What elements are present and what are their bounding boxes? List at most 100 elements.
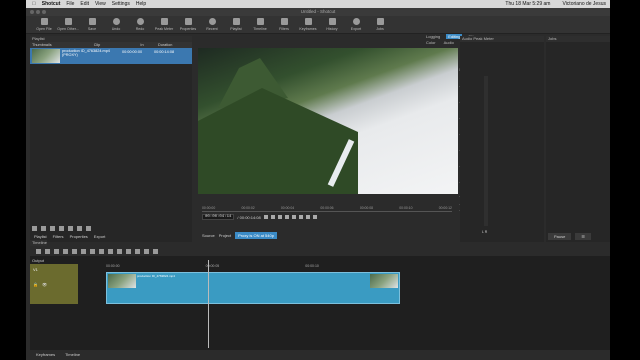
clip-end-thumbnail: [370, 274, 398, 288]
timeline-clip[interactable]: production ID_4763824.mp4: [106, 272, 400, 304]
menu-icon[interactable]: [36, 248, 41, 254]
open-file-button[interactable]: Open File: [32, 16, 56, 34]
scrub-icon[interactable]: [126, 248, 131, 254]
clip-start-thumbnail: [108, 274, 136, 288]
export-icon: [352, 18, 360, 25]
save-button[interactable]: Save: [80, 16, 104, 34]
zoom-window-button[interactable]: [42, 10, 46, 14]
video-viewer[interactable]: [198, 48, 458, 194]
layout-logging[interactable]: Logging: [424, 34, 442, 39]
undo-button[interactable]: Undo: [104, 16, 128, 34]
play-icon[interactable]: [277, 215, 282, 219]
jobs-button[interactable]: Jobs: [368, 16, 392, 34]
audio-channel-labels: L R: [482, 230, 488, 234]
add-icon[interactable]: [32, 226, 37, 231]
timeline-toolbar: [30, 246, 610, 256]
menu-icon[interactable]: [59, 226, 64, 231]
skip-forward-icon[interactable]: [291, 215, 296, 219]
layout-audio[interactable]: Audio: [442, 40, 456, 45]
properties-button[interactable]: Properties: [176, 16, 200, 34]
col-thumbnails[interactable]: Thumbnails: [30, 42, 66, 48]
clock: Thu 18 Mar 5:29 am: [505, 1, 551, 7]
jobs-title: Jobs: [546, 36, 610, 42]
grid-icon[interactable]: [312, 215, 317, 219]
close-window-button[interactable]: [30, 10, 34, 14]
timecode-field[interactable]: 00:00:04:14: [202, 214, 235, 220]
append-icon[interactable]: [72, 248, 77, 254]
audio-peak-meter-panel: Audio Peak Meter L R: [460, 36, 544, 242]
tab-filters[interactable]: Filters: [53, 234, 64, 239]
track-header-v1[interactable]: V1 🔒 👁: [30, 264, 78, 304]
tab-timeline[interactable]: Timeline: [65, 352, 80, 357]
rewind-icon[interactable]: [270, 215, 275, 219]
tab-playlist[interactable]: Playlist: [34, 234, 47, 239]
copy-icon[interactable]: [54, 248, 59, 254]
overwrite-icon[interactable]: [99, 248, 104, 254]
minimize-window-button[interactable]: [36, 10, 40, 14]
timeline-panel: Timeline Output 00:00:00 00:00:05 00:00:…: [30, 240, 610, 350]
layout-color[interactable]: Color: [424, 40, 438, 45]
playlist-tabs: Playlist Filters Properties Export: [30, 234, 105, 239]
playlist-button[interactable]: Playlist: [224, 16, 248, 34]
jobs-panel: Jobs Pause ☰: [546, 36, 610, 242]
open-other-button[interactable]: Open Other...: [56, 16, 80, 34]
skip-back-icon[interactable]: [263, 215, 268, 219]
cut-icon[interactable]: [45, 248, 50, 254]
eye-icon[interactable]: 👁: [42, 282, 47, 287]
ripple-icon[interactable]: [135, 248, 140, 254]
filters-button[interactable]: Filters: [272, 16, 296, 34]
tiles-view-icon[interactable]: [77, 226, 82, 231]
jobs-menu-button[interactable]: ☰: [575, 233, 591, 240]
tab-source[interactable]: Source: [202, 233, 215, 238]
proxy-status-badge[interactable]: Proxy is ON at 540p: [235, 232, 277, 239]
volume-icon[interactable]: [298, 215, 303, 219]
menu-settings[interactable]: Settings: [112, 0, 130, 8]
icon-view-icon[interactable]: [86, 226, 91, 231]
menu-edit[interactable]: Edit: [80, 0, 89, 8]
snap-icon[interactable]: [117, 248, 122, 254]
user-name[interactable]: Victoriano de Jesus: [562, 0, 606, 8]
grid-view-icon[interactable]: [68, 226, 73, 231]
history-button[interactable]: History: [320, 16, 344, 34]
tab-keyframes[interactable]: Keyframes: [36, 352, 55, 357]
recent-button[interactable]: Recent: [200, 16, 224, 34]
lock-icon[interactable]: 🔒: [33, 282, 38, 287]
timeline-title: Timeline: [30, 240, 47, 246]
export-button[interactable]: Export: [344, 16, 368, 34]
menu-help[interactable]: Help: [136, 0, 146, 8]
tab-properties[interactable]: Properties: [70, 234, 88, 239]
player-scrubber[interactable]: 00:00:00 00:00:02 00:00:04 00:00:06 00:0…: [202, 206, 452, 222]
split-icon[interactable]: [108, 248, 113, 254]
keyframes-button[interactable]: Keyframes: [296, 16, 320, 34]
playlist-row[interactable]: production ID_4763824.mp4 (PROXY) 00:00:…: [30, 48, 192, 64]
tab-export[interactable]: Export: [94, 234, 106, 239]
menu-app-name[interactable]: Shotcut: [42, 0, 61, 8]
zoom-out-icon[interactable]: [144, 248, 149, 254]
remove-icon[interactable]: [81, 248, 86, 254]
apple-icon[interactable]: : [32, 0, 36, 8]
timeline-button[interactable]: Timeline: [248, 16, 272, 34]
timeline-ruler[interactable]: 00:00:00 00:00:05 00:00:10: [78, 264, 608, 270]
window-controls: [30, 10, 46, 14]
audio-panel-title: Audio Peak Meter: [460, 36, 544, 42]
lift-icon[interactable]: [90, 248, 95, 254]
undo-icon: [112, 18, 120, 25]
meter-icon: [160, 18, 168, 25]
paste-icon[interactable]: [63, 248, 68, 254]
pause-jobs-button[interactable]: Pause: [548, 233, 572, 240]
menu-file[interactable]: File: [66, 0, 74, 8]
remove-icon[interactable]: [41, 226, 46, 231]
tab-project[interactable]: Project: [219, 233, 231, 238]
timeline-icon: [256, 18, 264, 25]
fast-forward-icon[interactable]: [284, 215, 289, 219]
bottom-tabs: Keyframes Timeline: [36, 352, 80, 357]
zoom-in-icon[interactable]: [153, 248, 158, 254]
redo-button[interactable]: Redo: [128, 16, 152, 34]
folder-plus-icon: [64, 18, 72, 25]
peak-meter-button[interactable]: Peak Meter: [152, 16, 176, 34]
jobs-icon: [376, 18, 384, 25]
check-icon[interactable]: [50, 226, 55, 231]
playhead[interactable]: [208, 260, 209, 348]
zoom-icon[interactable]: [305, 215, 310, 219]
menu-view[interactable]: View: [95, 0, 106, 8]
